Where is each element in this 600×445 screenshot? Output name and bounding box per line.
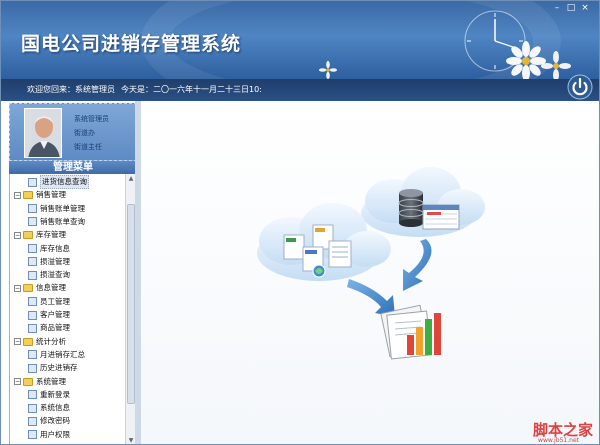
menu-item[interactable]: 损溢查询 <box>28 269 70 281</box>
menu-item[interactable]: 损溢管理 <box>28 256 70 268</box>
folder-icon <box>23 284 33 293</box>
welcome-text: 欢迎您回来：系统管理员 <box>27 85 115 94</box>
date-text: 今天是：二〇一六年十一月二十三日 <box>121 85 249 94</box>
folder-icon <box>23 377 33 386</box>
page-icon <box>28 363 37 373</box>
menu-item-label: 系统管理 <box>36 376 66 386</box>
menu-item[interactable]: 销售账单查询 <box>28 216 85 228</box>
page-icon <box>28 323 37 333</box>
menu-item-label: 销售账单管理 <box>40 203 85 213</box>
folder-icon <box>23 231 33 240</box>
menu-item-label: 损溢管理 <box>40 256 70 266</box>
menu-item[interactable]: 客户管理 <box>28 309 70 321</box>
report-chart-icon <box>380 304 441 360</box>
page-icon <box>28 403 37 413</box>
menu-item[interactable]: 用户权限 <box>28 429 70 441</box>
minimize-icon[interactable]: – <box>551 3 563 13</box>
main-content <box>141 101 599 444</box>
menu-item-label: 统计分析 <box>36 336 66 346</box>
menu-item[interactable]: 销售账单管理 <box>28 203 85 215</box>
menu-item-label: 员工管理 <box>40 296 70 306</box>
menu-item-label: 重新登录 <box>40 389 70 399</box>
collapse-icon[interactable]: − <box>14 284 21 292</box>
menu-item[interactable]: 员工管理 <box>28 296 70 308</box>
menu-item-label: 用户权限 <box>40 429 70 439</box>
spreadsheet-window-icon <box>422 204 460 230</box>
arrow-down-left-icon <box>347 279 395 317</box>
menu-item-label: 库存信息 <box>40 243 70 253</box>
page-icon <box>28 416 37 426</box>
scroll-thumb[interactable] <box>127 204 135 404</box>
menu-item[interactable]: 重新登录 <box>28 389 70 401</box>
menu-item[interactable]: 系统信息 <box>28 402 70 414</box>
folder-icon <box>23 337 33 346</box>
menu-group[interactable]: − 销售管理 <box>14 189 66 201</box>
menu-item-label: 修改密码 <box>40 416 70 426</box>
power-icon[interactable] <box>567 74 593 100</box>
menu-item[interactable]: 进货信息查询 <box>28 175 89 189</box>
menu-item-label: 信息管理 <box>36 283 66 293</box>
menu-tree: 进货信息查询 − 销售管理销售账单管理 销售账单查询 − 库存管理库存信息损溢管理损溢查询… <box>9 174 125 444</box>
page-icon <box>28 297 37 307</box>
database-icon <box>398 189 424 227</box>
menu-group[interactable]: − 库存管理 <box>14 229 66 241</box>
folder-icon <box>23 191 33 200</box>
main-window: 国电公司进销存管理系统 – □ × 欢迎您回来：系统管理员 今天是：二〇一六年十… <box>0 0 600 445</box>
menu-item-label: 商品管理 <box>40 323 70 333</box>
collapse-icon[interactable]: − <box>14 338 21 346</box>
flower-decoration-icon <box>506 41 546 79</box>
profile-role: 系统管理员 <box>74 115 109 123</box>
menu-group[interactable]: − 系统管理 <box>14 376 66 388</box>
menu-item[interactable]: 历史进销存 <box>28 362 78 374</box>
menu-item[interactable]: 库存信息 <box>28 243 70 255</box>
page-icon <box>28 390 37 400</box>
user-profile-card: 系统管理员 街道办 街道主任 <box>9 103 137 161</box>
menu-item-label: 历史进销存 <box>40 363 78 373</box>
page-icon <box>28 350 37 360</box>
workflow-illustration <box>257 167 485 360</box>
menu-item-label: 进货信息查询 <box>40 175 89 189</box>
menu-header: 管理菜单 <box>9 161 137 174</box>
close-icon[interactable]: × <box>579 3 591 13</box>
time-text: 10: <box>249 85 262 94</box>
page-icon <box>28 430 37 440</box>
menu-item-label: 销售账单查询 <box>40 216 85 226</box>
menu-item-label: 库存管理 <box>36 230 66 240</box>
collapse-icon[interactable]: − <box>14 191 21 199</box>
collapse-icon[interactable]: − <box>14 378 21 385</box>
menu-item-label: 损溢查询 <box>40 270 70 280</box>
profile-office: 街道办 <box>74 129 95 137</box>
maximize-icon[interactable]: □ <box>565 3 577 13</box>
page-icon <box>28 217 37 227</box>
menu-item-label: 客户管理 <box>40 310 70 319</box>
sidebar: 系统管理员 街道办 街道主任 管理菜单 进货信息查询 − 销售管理销售账单管理 销售账… <box>1 101 141 444</box>
header-banner: 国电公司进销存管理系统 – □ × <box>1 1 599 79</box>
window-controls: – □ × <box>549 3 591 13</box>
menu-item-label: 月进销存汇总 <box>40 349 85 359</box>
menu-item-label: 系统信息 <box>40 403 70 413</box>
profile-title: 街道主任 <box>74 143 102 151</box>
menu-scrollbar[interactable]: ▲ ▼ <box>125 174 135 444</box>
watermark-url: www.jb51.net <box>538 437 579 444</box>
collapse-icon[interactable]: − <box>14 231 21 239</box>
flower-decoration-icon <box>319 61 337 79</box>
menu-item-label: 销售管理 <box>36 190 66 200</box>
page-icon <box>28 257 37 267</box>
menu-group[interactable]: − 信息管理 <box>14 282 66 294</box>
page-icon <box>28 204 37 214</box>
app-title: 国电公司进销存管理系统 <box>21 33 242 55</box>
status-bar: 欢迎您回来：系统管理员 今天是：二〇一六年十一月二十三日 10: <box>1 79 599 101</box>
page-icon <box>28 177 37 187</box>
person-photo-icon <box>25 109 61 157</box>
menu-item[interactable]: 修改密码 <box>28 415 70 427</box>
menu-item[interactable]: 商品管理 <box>28 322 70 334</box>
avatar <box>24 108 62 158</box>
page-icon <box>28 270 37 280</box>
page-icon <box>28 244 37 253</box>
arrow-down-right-icon <box>403 239 432 291</box>
menu-group[interactable]: − 统计分析 <box>14 336 66 348</box>
menu-item[interactable]: 月进销存汇总 <box>28 349 85 361</box>
page-icon <box>28 310 37 320</box>
